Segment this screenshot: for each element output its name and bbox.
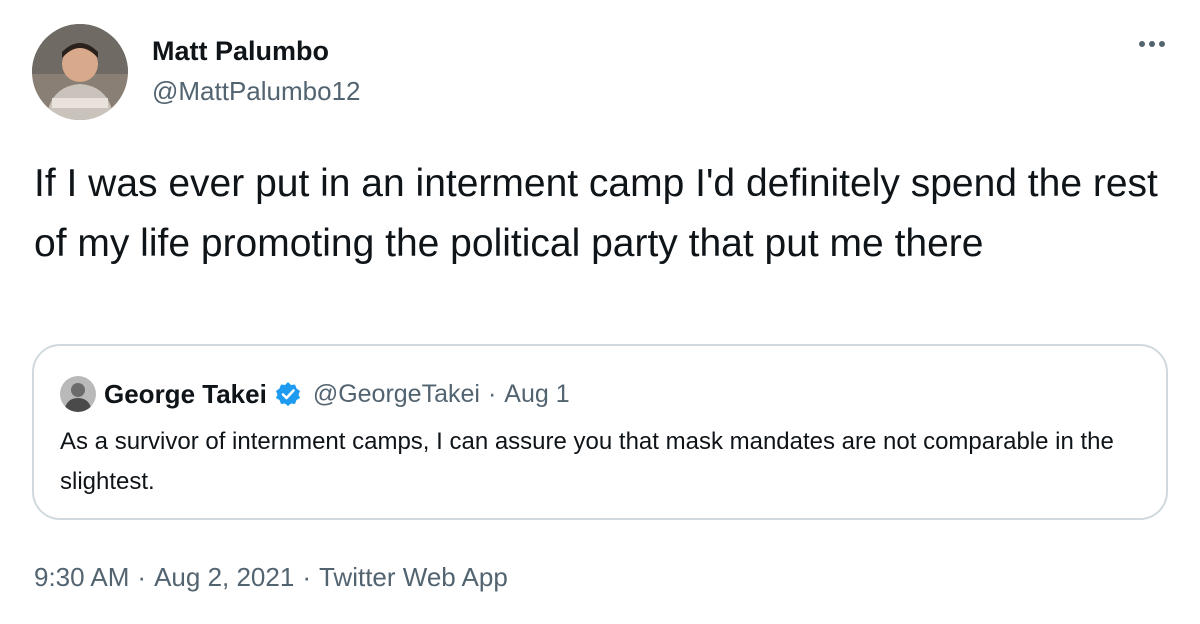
- separator-dot: ·: [137, 562, 147, 592]
- profile-photo-icon: [60, 376, 96, 412]
- quoted-tweet[interactable]: George Takei @GeorgeTakei · Aug 1 As a s…: [32, 344, 1168, 520]
- author-avatar[interactable]: [32, 24, 128, 120]
- tweet-date[interactable]: Aug 2, 2021: [154, 562, 294, 593]
- tweet-card: Matt Palumbo @MattPalumbo12 If I was eve…: [0, 0, 1200, 624]
- quoted-tweet-header: George Takei @GeorgeTakei · Aug 1: [60, 376, 570, 412]
- tweet-metadata: 9:30 AM · Aug 2, 2021 · Twitter Web App: [34, 562, 508, 593]
- tweet-text: If I was ever put in an interment camp I…: [34, 162, 1158, 265]
- tweet-time[interactable]: 9:30 AM: [34, 562, 129, 593]
- tweet-source[interactable]: Twitter Web App: [319, 562, 508, 593]
- quoted-tweet-text: As a survivor of internment camps, I can…: [60, 428, 1114, 495]
- profile-photo-icon: [32, 24, 128, 120]
- more-options-button[interactable]: [1134, 30, 1170, 54]
- separator-dot: ·: [302, 562, 311, 592]
- quoted-tweet-date: Aug 1: [504, 379, 570, 408]
- quoted-author-handle: @GeorgeTakei: [312, 379, 480, 408]
- verified-badge-icon: [275, 381, 301, 407]
- author-handle[interactable]: @MattPalumbo12: [152, 76, 361, 107]
- separator-dot: ·: [487, 379, 497, 408]
- quoted-author-avatar: [60, 376, 96, 412]
- ellipsis-icon: [1139, 41, 1165, 47]
- quoted-author-display-name: George Takei: [104, 378, 267, 409]
- author-display-name[interactable]: Matt Palumbo: [152, 36, 329, 67]
